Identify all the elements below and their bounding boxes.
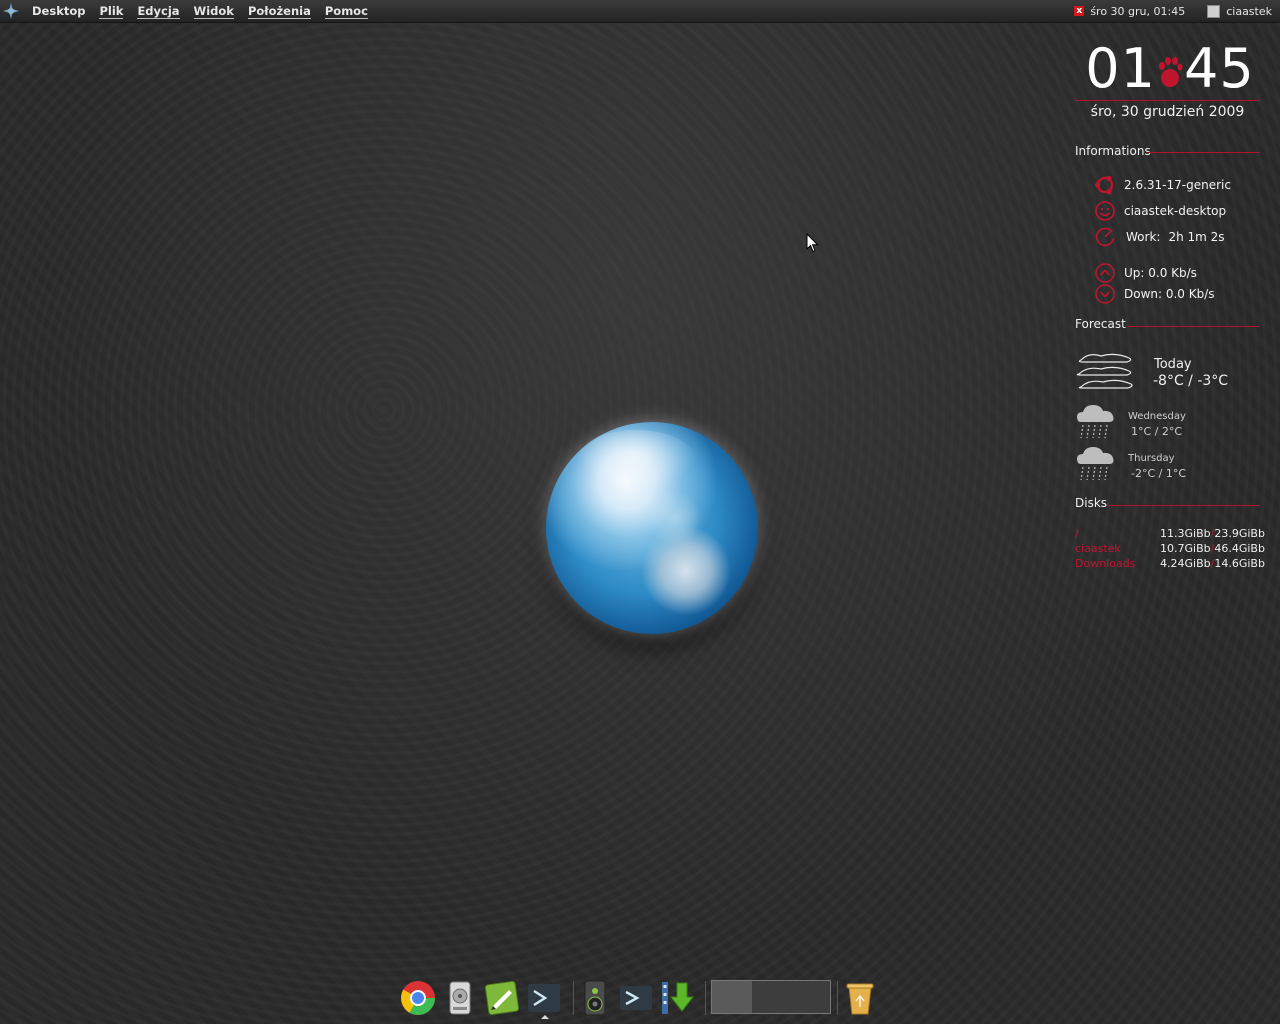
running-indicator xyxy=(541,1015,549,1019)
forecast-today-day: Today xyxy=(1154,357,1192,372)
clock-hours: 01 xyxy=(1085,37,1156,100)
disk-root-name: / xyxy=(1075,527,1079,540)
ubuntu-logo-icon xyxy=(1094,175,1114,195)
upload-speed: Up: 0.0 Kb/s xyxy=(1124,266,1197,280)
rain-icon xyxy=(1077,405,1114,439)
download-row: Down: 0.0 Kb/s xyxy=(1094,283,1215,305)
forecast-title: Forecast xyxy=(1075,317,1126,331)
disk-root-total: 23.9GiBb xyxy=(1214,527,1265,540)
kernel-version: 2.6.31-17-generic xyxy=(1124,178,1231,192)
text-editor-icon[interactable] xyxy=(483,979,521,1017)
clock-icon xyxy=(1095,227,1115,247)
disk-home-used: 10.7GiBb xyxy=(1160,542,1211,555)
disk-downloads-used: 4.24GiBb xyxy=(1160,557,1211,570)
dock xyxy=(395,975,885,1024)
user-icon[interactable] xyxy=(1207,4,1221,18)
panel-clock[interactable]: śro 30 gru, 01:45 xyxy=(1090,5,1185,18)
disk-home-total: 46.4GiBb xyxy=(1214,542,1265,555)
forecast-thu-temp: -2°C / 1°C xyxy=(1131,467,1187,480)
cloudy-icon xyxy=(1076,353,1133,389)
menu-polozenia[interactable]: Położenia xyxy=(247,4,311,19)
disk-downloads-total: 14.6GiBb xyxy=(1214,557,1265,570)
menu-edycja-label: Edycja xyxy=(137,4,180,19)
disks-line xyxy=(1108,505,1260,506)
mouse-pointer-icon xyxy=(806,233,819,253)
upload-row: Up: 0.0 Kb/s xyxy=(1094,262,1197,284)
forecast-wed-day: Wednesday xyxy=(1128,411,1186,422)
kernel-row: 2.6.31-17-generic xyxy=(1094,174,1231,196)
smiley-icon xyxy=(1095,201,1115,221)
download-icon[interactable] xyxy=(659,979,697,1017)
arrow-down-circle-icon xyxy=(1095,284,1115,304)
panel-username[interactable]: ciaastek xyxy=(1226,5,1272,18)
conky-date: śro, 30 grudzień 2009 xyxy=(1090,104,1245,120)
close-x-icon[interactable]: x xyxy=(1074,6,1085,16)
disk-root-used: 11.3GiBb xyxy=(1160,527,1211,540)
dock-separator xyxy=(837,981,838,1015)
disk-home-name: ciaastek xyxy=(1075,542,1121,555)
forecast-today-temp: -8°C / -3°C xyxy=(1153,373,1229,389)
dock-separator xyxy=(705,981,706,1015)
rain-icon xyxy=(1077,447,1114,481)
download-speed: Down: 0.0 Kb/s xyxy=(1124,287,1215,301)
hostname-row: ciaastek-desktop xyxy=(1094,200,1226,222)
work-value: 2h 1m 2s xyxy=(1168,230,1225,244)
menu-desktop[interactable]: Desktop xyxy=(32,4,85,18)
forecast-thu-day: Thursday xyxy=(1128,453,1175,464)
forecast-wed-temp: 1°C / 2°C xyxy=(1131,425,1183,438)
top-panel: Desktop Plik Edycja Widok Położenia Pomo… xyxy=(0,0,1280,23)
menu-pomoc[interactable]: Pomoc xyxy=(324,4,368,19)
menu-pomoc-label: Pomoc xyxy=(324,4,368,19)
trash-icon[interactable] xyxy=(841,979,879,1017)
uptime-row: Work: 2h 1m 2s xyxy=(1094,226,1225,248)
work-label: Work: xyxy=(1126,230,1161,244)
speaker-icon[interactable] xyxy=(576,979,614,1017)
globe-shine xyxy=(576,430,696,490)
informations-title: Informations xyxy=(1075,144,1151,158)
panel-tray: x śro 30 gru, 01:45 ciaastek xyxy=(1074,0,1272,22)
disks-title: Disks xyxy=(1075,496,1108,510)
globe-image xyxy=(546,422,758,634)
disk-downloads-usage: 4.24GiBb/14.6GiBb xyxy=(1160,557,1265,570)
clock-minutes: 45 xyxy=(1184,37,1255,100)
workspace-preview[interactable] xyxy=(711,980,831,1014)
chrome-icon[interactable] xyxy=(399,979,437,1017)
menu-widok[interactable]: Widok xyxy=(193,4,234,19)
terminal-icon[interactable] xyxy=(617,979,655,1017)
disk-utility-icon[interactable] xyxy=(441,979,479,1017)
disk-root-usage: 11.3GiBb/23.9GiBb xyxy=(1160,527,1265,540)
menu-plik-label: Plik xyxy=(99,4,124,19)
menu-polozenia-label: Położenia xyxy=(247,4,311,19)
arrow-up-circle-icon xyxy=(1095,263,1115,283)
forecast-line xyxy=(1127,326,1260,327)
gnome-foot-icon xyxy=(1159,57,1183,88)
disk-home-usage: 10.7GiBb/46.4GiBb xyxy=(1160,542,1265,555)
informations-line xyxy=(1148,152,1260,153)
menu-widok-label: Widok xyxy=(193,4,234,19)
menu-edycja[interactable]: Edycja xyxy=(137,4,180,19)
conky-clock: 01 45 xyxy=(1080,38,1260,100)
clock-underline xyxy=(1075,100,1260,101)
terminal-icon[interactable] xyxy=(525,979,563,1017)
gnome-logo-icon[interactable] xyxy=(0,0,22,22)
dock-separator xyxy=(573,981,574,1015)
hostname: ciaastek-desktop xyxy=(1124,204,1227,218)
menu-plik[interactable]: Plik xyxy=(99,4,124,19)
disk-downloads-name: Downloads xyxy=(1075,557,1136,570)
